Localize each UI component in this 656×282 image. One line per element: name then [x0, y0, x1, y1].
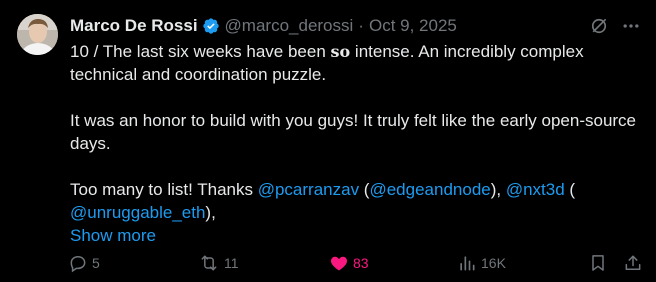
- tweet-header: Marco De Rossi @marco_derossi · Oct 9, 2…: [70, 14, 642, 38]
- tweet: Marco De Rossi @marco_derossi · Oct 9, 2…: [0, 0, 656, 282]
- mention-pcarranzav[interactable]: @pcarranzav: [258, 180, 359, 199]
- share-button[interactable]: [623, 252, 643, 274]
- heart-icon: [330, 256, 348, 271]
- emphasis-text: so: [330, 42, 351, 61]
- author-handle[interactable]: @marco_derossi: [225, 16, 354, 36]
- tweet-text: 10 / The last six weeks have been so int…: [70, 40, 650, 247]
- header-separator: ·: [358, 16, 364, 35]
- reply-count: 5: [92, 255, 100, 271]
- author-display-name[interactable]: Marco De Rossi: [70, 16, 198, 36]
- tweet-paragraph-2: It was an honor to build with you guys! …: [70, 111, 637, 153]
- tweet-date[interactable]: Oct 9, 2025: [369, 16, 457, 36]
- views-count: 16K: [481, 255, 506, 271]
- show-more-link[interactable]: Show more: [70, 224, 156, 247]
- repost-button[interactable]: 11: [198, 252, 239, 274]
- reply-icon: [70, 255, 86, 273]
- mention-edgeandnode[interactable]: @edgeandnode: [369, 180, 490, 199]
- bookmark-icon: [592, 255, 604, 271]
- action-bar: 5 11 83 16K: [66, 252, 646, 274]
- bookmark-button[interactable]: [588, 252, 608, 274]
- share-icon: [625, 255, 641, 270]
- header-actions: [588, 15, 642, 37]
- mention-unruggable-eth[interactable]: @unruggable_eth: [70, 203, 205, 222]
- repost-count: 11: [224, 255, 239, 271]
- like-button[interactable]: 83: [329, 252, 369, 274]
- avatar[interactable]: [17, 14, 58, 55]
- more-options-icon[interactable]: [620, 15, 642, 37]
- grok-icon[interactable]: [588, 15, 610, 37]
- views-icon: [460, 256, 475, 271]
- mention-nxt3d[interactable]: @nxt3d: [506, 180, 565, 199]
- tweet-paragraph-3: Too many to list! Thanks @pcarranzav (@e…: [70, 180, 576, 247]
- reply-button[interactable]: 5: [68, 252, 100, 274]
- verified-badge-icon: [202, 18, 219, 34]
- views-button[interactable]: 16K: [457, 252, 506, 274]
- tweet-paragraph-1: 10 / The last six weeks have been so int…: [70, 42, 584, 84]
- like-count: 83: [353, 255, 369, 271]
- repost-icon: [201, 255, 217, 271]
